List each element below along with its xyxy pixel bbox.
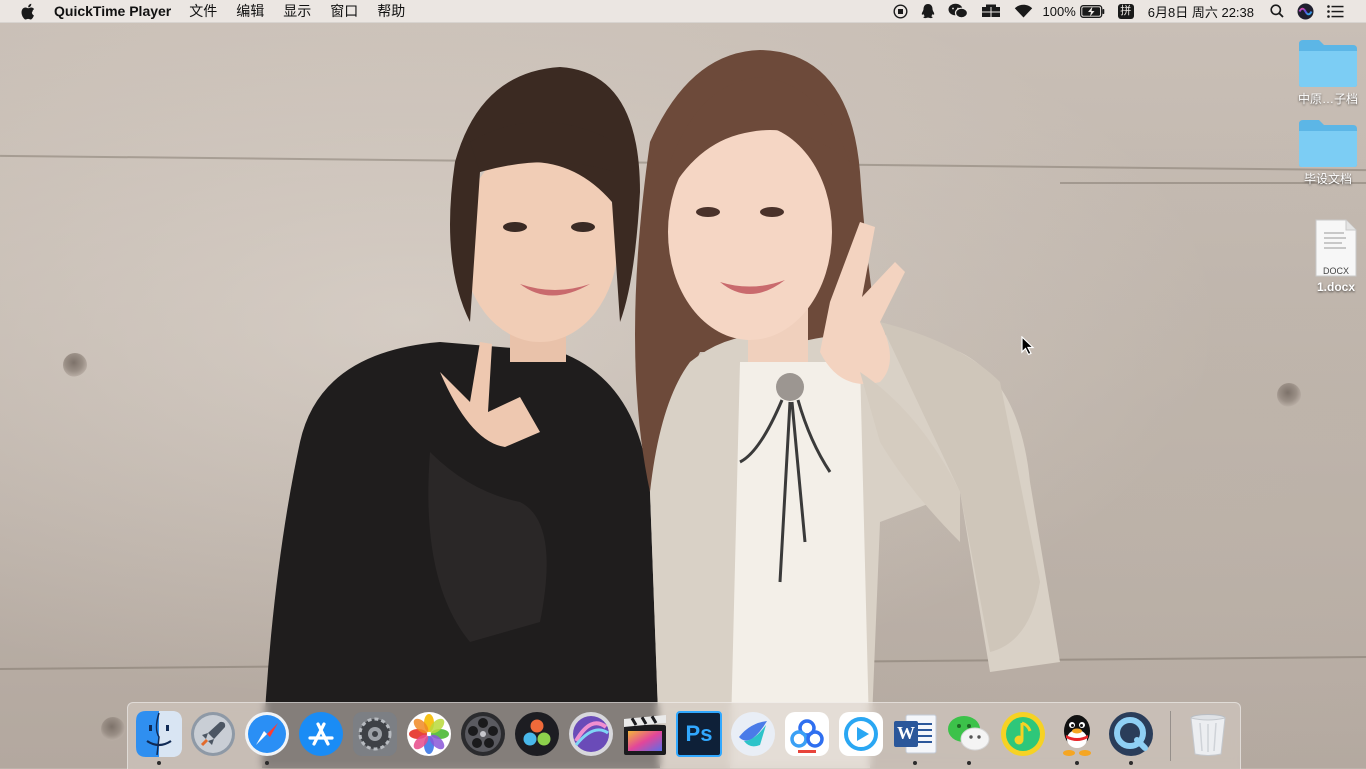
dock-motion[interactable] [568, 711, 614, 757]
dock-finder[interactable] [136, 711, 182, 757]
running-indicator [157, 761, 161, 765]
app-name-menu[interactable]: QuickTime Player [54, 3, 171, 19]
desktop-folder-2[interactable]: 毕设文档 [1288, 118, 1366, 187]
running-indicator [1075, 761, 1079, 765]
qq-icon [1063, 715, 1091, 756]
apple-menu-icon[interactable] [18, 0, 36, 22]
final-cut-icon [624, 715, 666, 755]
dock-app-store[interactable] [298, 711, 344, 757]
dock-word[interactable]: W [892, 711, 938, 757]
dock-photos[interactable] [406, 711, 452, 757]
compressor-icon [461, 712, 505, 756]
dock-trash[interactable] [1185, 711, 1231, 757]
safari-icon [245, 712, 289, 756]
motion-icon [569, 712, 613, 756]
app-store-icon [299, 712, 343, 756]
file-type-badge: DOCX [1322, 266, 1349, 276]
wechat-icon [948, 716, 990, 751]
video-player-icon [839, 712, 883, 756]
folder-icon [1299, 120, 1357, 167]
baidu-netdisk-icon [785, 712, 829, 756]
input-method-icon[interactable]: 拼 [1117, 0, 1134, 22]
wifi-icon[interactable] [1014, 0, 1033, 22]
photoshop-icon: Ps [685, 721, 713, 746]
menu-file[interactable]: 文件 [189, 1, 217, 21]
desktop-file-docx[interactable]: DOCX 1.docx [1296, 218, 1366, 294]
input-method-label: 拼 [1117, 3, 1134, 19]
dock-wechat[interactable] [946, 711, 992, 757]
desktop-wallpaper [0, 22, 1366, 768]
finder-icon [136, 711, 182, 757]
photos-icon [407, 712, 451, 756]
siri-icon[interactable] [1297, 0, 1314, 22]
menu-window[interactable]: 窗口 [330, 1, 358, 21]
menu-help[interactable]: 帮助 [377, 1, 405, 21]
dock: Ps W [127, 702, 1241, 769]
running-indicator [913, 761, 917, 765]
keyboard-app-icon[interactable] [981, 0, 1001, 22]
dock-launchpad[interactable] [190, 711, 236, 757]
dock-qq[interactable] [1054, 711, 1100, 757]
desktop-item-label: 毕设文档 [1303, 172, 1352, 186]
dock-video-player[interactable] [838, 711, 884, 757]
dock-compressor[interactable] [460, 711, 506, 757]
battery-charging-icon[interactable] [1079, 0, 1105, 22]
menu-edit[interactable]: 编辑 [236, 1, 264, 21]
menu-view[interactable]: 显示 [283, 1, 311, 21]
dock-davinci-resolve[interactable] [514, 711, 560, 757]
davinci-resolve-icon [515, 712, 559, 756]
mouse-cursor-icon [1021, 336, 1035, 356]
launchpad-icon [191, 712, 235, 756]
desktop-item-label: 1.docx [1316, 280, 1355, 294]
notification-center-icon[interactable] [1327, 0, 1344, 22]
dock-baidu-netdisk[interactable] [784, 711, 830, 757]
menubar-clock[interactable]: 6月8日 周六 22:38 [1148, 2, 1254, 21]
running-indicator [265, 761, 269, 765]
trash-icon [1190, 714, 1226, 756]
photo-subjects [262, 50, 1060, 768]
running-indicator [1129, 761, 1133, 765]
dock-qq-music[interactable] [1000, 711, 1046, 757]
spotlight-search-icon[interactable] [1270, 0, 1284, 22]
dock-photoshop[interactable]: Ps [676, 711, 722, 757]
desktop-folder-1[interactable]: 中原…子档 [1288, 38, 1366, 107]
folder-icon [1299, 40, 1357, 87]
quicktime-icon [1109, 712, 1153, 756]
feishu-icon [731, 712, 775, 756]
qq-status-icon[interactable] [921, 0, 935, 22]
desktop-item-label: 中原…子档 [1297, 92, 1358, 106]
running-indicator [967, 761, 971, 765]
dock-system-preferences[interactable] [352, 711, 398, 757]
dock-quicktime[interactable] [1108, 711, 1154, 757]
menu-bar: QuickTime Player 文件 编辑 显示 窗口 帮助 100% 拼 6… [0, 0, 1366, 23]
dock-feishu[interactable] [730, 711, 776, 757]
screen-record-icon[interactable] [893, 0, 908, 22]
battery-percentage[interactable]: 100% [1043, 4, 1076, 19]
qq-music-icon [1001, 712, 1045, 756]
dock-safari[interactable] [244, 711, 290, 757]
docx-file-icon: DOCX [1314, 218, 1358, 278]
system-preferences-icon [353, 712, 397, 756]
dock-final-cut[interactable] [622, 711, 668, 757]
dock-separator [1170, 711, 1171, 761]
word-icon: W [897, 723, 915, 743]
wechat-status-icon[interactable] [948, 0, 968, 22]
